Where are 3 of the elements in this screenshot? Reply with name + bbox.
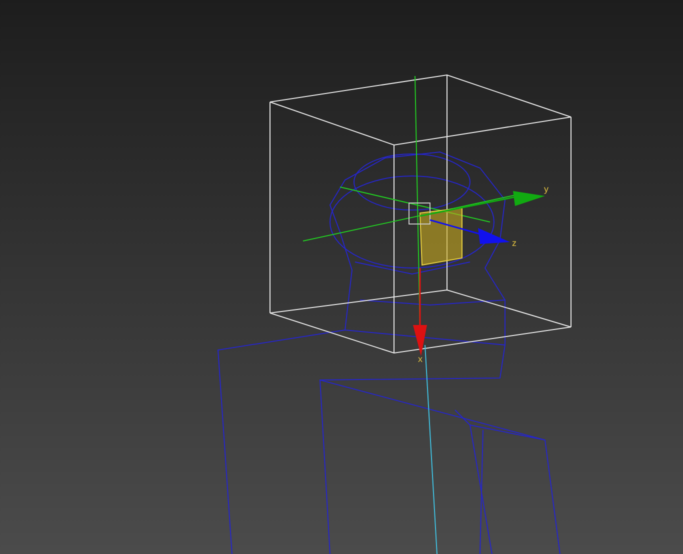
axis-label: z [512, 238, 516, 248]
axis-label: y [544, 184, 548, 194]
axis-label: x [418, 354, 422, 364]
